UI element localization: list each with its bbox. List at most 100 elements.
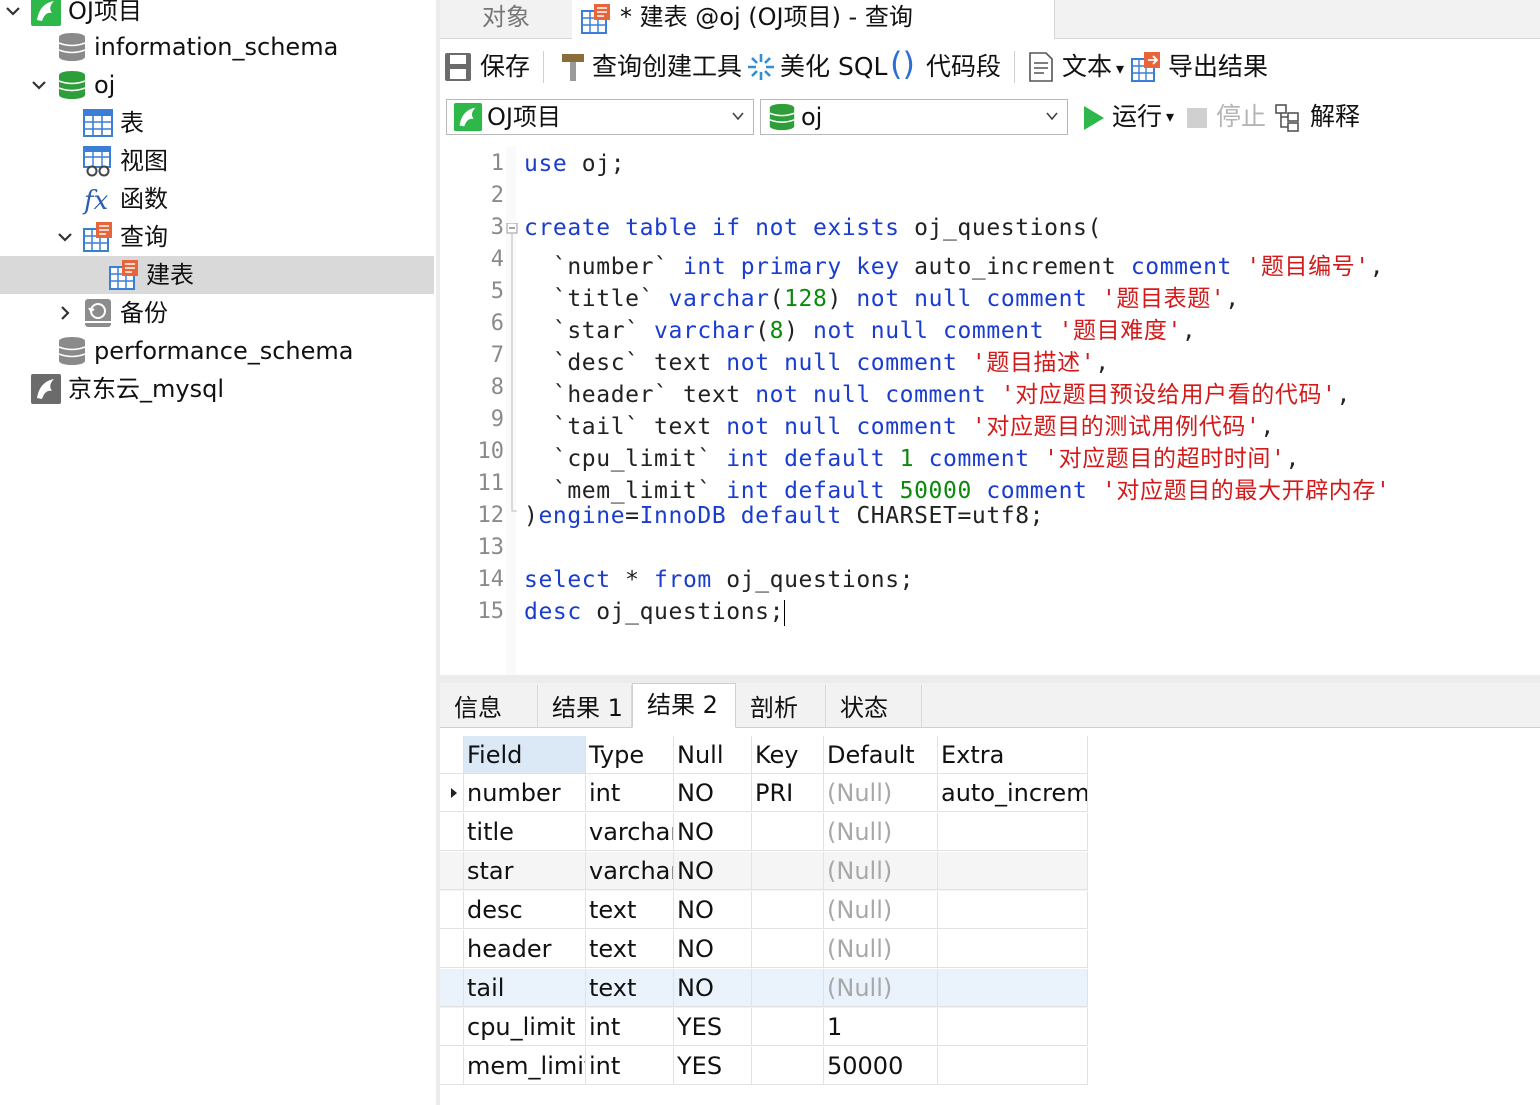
chevron-down-icon[interactable] (56, 228, 74, 246)
table-row[interactable]: header text NO (Null) (440, 930, 1088, 969)
cell-key[interactable] (752, 930, 824, 968)
cell-type[interactable]: text (586, 891, 674, 929)
cell-field[interactable]: desc (464, 891, 586, 929)
tree-item-functions[interactable]: fx 函数 (0, 180, 434, 218)
cell-extra[interactable] (938, 1047, 1088, 1085)
table-row[interactable]: cpu_limit int YES 1 (440, 1008, 1088, 1047)
cell-extra[interactable] (938, 969, 1088, 1007)
connection-select[interactable]: OJ项目 (446, 99, 754, 135)
tree-item-performance-schema[interactable]: performance_schema (0, 332, 434, 370)
cell-default[interactable]: (Null) (824, 852, 938, 890)
table-row[interactable]: title varchar NO (Null) (440, 813, 1088, 852)
tree-item-backups[interactable]: 备份 (0, 294, 434, 332)
splitter[interactable] (440, 675, 1540, 683)
fold-marker-icon[interactable] (506, 223, 518, 523)
cell-field[interactable]: number (464, 774, 586, 812)
table-row[interactable]: mem_limit int YES 50000 (440, 1047, 1088, 1086)
row-header[interactable] (440, 852, 464, 890)
cell-field[interactable]: header (464, 930, 586, 968)
cell-type[interactable]: int (586, 774, 674, 812)
cell-field[interactable]: title (464, 813, 586, 851)
tree-item-views[interactable]: 视图 (0, 142, 434, 180)
cell-type[interactable]: int (586, 1008, 674, 1046)
cell-type[interactable]: varchar (586, 813, 674, 851)
tab-result-2[interactable]: 结果 2 (632, 683, 736, 728)
tree-item-oj-connection[interactable]: OJ项目 (0, 0, 434, 30)
cell-default[interactable]: 1 (824, 1008, 938, 1046)
row-header[interactable] (440, 969, 464, 1007)
table-row[interactable]: numberintNOPRI(Null)auto_increment (440, 774, 1088, 813)
cell-field[interactable]: cpu_limit (464, 1008, 586, 1046)
database-select[interactable]: oj (760, 99, 1068, 135)
row-header[interactable] (440, 774, 464, 812)
dropdown-dot-icon[interactable]: ▾ (1116, 51, 1124, 87)
cell-default[interactable]: (Null) (824, 891, 938, 929)
cell-key[interactable] (752, 969, 824, 1007)
cell-field[interactable]: star (464, 852, 586, 890)
cell-key[interactable]: PRI (752, 774, 824, 812)
cell-key[interactable] (752, 813, 824, 851)
cell-field[interactable]: mem_limit (464, 1047, 586, 1085)
sql-editor[interactable]: 1 2 3 4 5 6 7 8 9 10 11 12 13 14 15 use … (440, 147, 1540, 675)
tab-status[interactable]: 状态 (826, 685, 922, 727)
column-header-type[interactable]: Type (586, 736, 674, 774)
cell-null[interactable]: YES (674, 1008, 752, 1046)
table-row[interactable]: tail text NO (Null) (440, 969, 1088, 1008)
row-header[interactable] (440, 891, 464, 929)
tab-result-1[interactable]: 结果 1 (538, 685, 632, 727)
tree-item-oj-database[interactable]: oj (0, 66, 434, 104)
column-header-key[interactable]: Key (752, 736, 824, 774)
cell-extra[interactable] (938, 813, 1088, 851)
cell-default[interactable]: (Null) (824, 774, 938, 812)
cell-type[interactable]: varchar (586, 852, 674, 890)
code-line: desc oj_questions; (524, 599, 786, 626)
tab-profile[interactable]: 剖析 (736, 685, 826, 727)
cell-default[interactable]: 50000 (824, 1047, 938, 1085)
row-header[interactable] (440, 1008, 464, 1046)
cell-key[interactable] (752, 1047, 824, 1085)
cell-key[interactable] (752, 852, 824, 890)
cell-null[interactable]: NO (674, 774, 752, 812)
cell-null[interactable]: NO (674, 930, 752, 968)
dropdown-dot-icon[interactable]: ▾ (1166, 99, 1174, 135)
column-header-null[interactable]: Null (674, 736, 752, 774)
column-header-extra[interactable]: Extra (938, 736, 1088, 774)
chevron-down-icon[interactable] (4, 2, 22, 20)
tab-info[interactable]: 信息 (440, 685, 538, 727)
cell-null[interactable]: YES (674, 1047, 752, 1085)
tree-item-jdcloud-connection[interactable]: 京东云_mysql (0, 370, 434, 408)
chevron-right-icon[interactable] (56, 304, 74, 322)
cell-null[interactable]: NO (674, 891, 752, 929)
chevron-down-icon[interactable] (30, 76, 48, 94)
cell-null[interactable]: NO (674, 813, 752, 851)
cell-type[interactable]: int (586, 1047, 674, 1085)
cell-extra[interactable] (938, 852, 1088, 890)
cell-extra[interactable]: auto_increment (938, 774, 1088, 812)
column-header-default[interactable]: Default (824, 736, 938, 774)
table-row[interactable]: star varchar NO (Null) (440, 852, 1088, 891)
cell-type[interactable]: text (586, 930, 674, 968)
row-header[interactable] (440, 1047, 464, 1085)
tree-item-tables[interactable]: 表 (0, 104, 434, 142)
row-header[interactable] (440, 930, 464, 968)
cell-null[interactable]: NO (674, 969, 752, 1007)
cell-default[interactable]: (Null) (824, 930, 938, 968)
cell-null[interactable]: NO (674, 852, 752, 890)
tree-item-create-table-query[interactable]: 建表 (0, 256, 434, 294)
tree-item-information-schema[interactable]: information_schema (0, 28, 434, 66)
tab-objects[interactable]: 对象 (440, 0, 573, 38)
tab-query-active[interactable]: * 建表 @oj (OJ项目) - 查询 (572, 0, 1055, 39)
cell-type[interactable]: text (586, 969, 674, 1007)
cell-field[interactable]: tail (464, 969, 586, 1007)
cell-key[interactable] (752, 1008, 824, 1046)
cell-default[interactable]: (Null) (824, 969, 938, 1007)
table-row[interactable]: desc text NO (Null) (440, 891, 1088, 930)
cell-extra[interactable] (938, 891, 1088, 929)
cell-key[interactable] (752, 891, 824, 929)
tree-item-queries[interactable]: 查询 (0, 218, 434, 256)
column-header-field[interactable]: Field (464, 736, 586, 774)
cell-default[interactable]: (Null) (824, 813, 938, 851)
cell-extra[interactable] (938, 930, 1088, 968)
cell-extra[interactable] (938, 1008, 1088, 1046)
row-header[interactable] (440, 813, 464, 851)
